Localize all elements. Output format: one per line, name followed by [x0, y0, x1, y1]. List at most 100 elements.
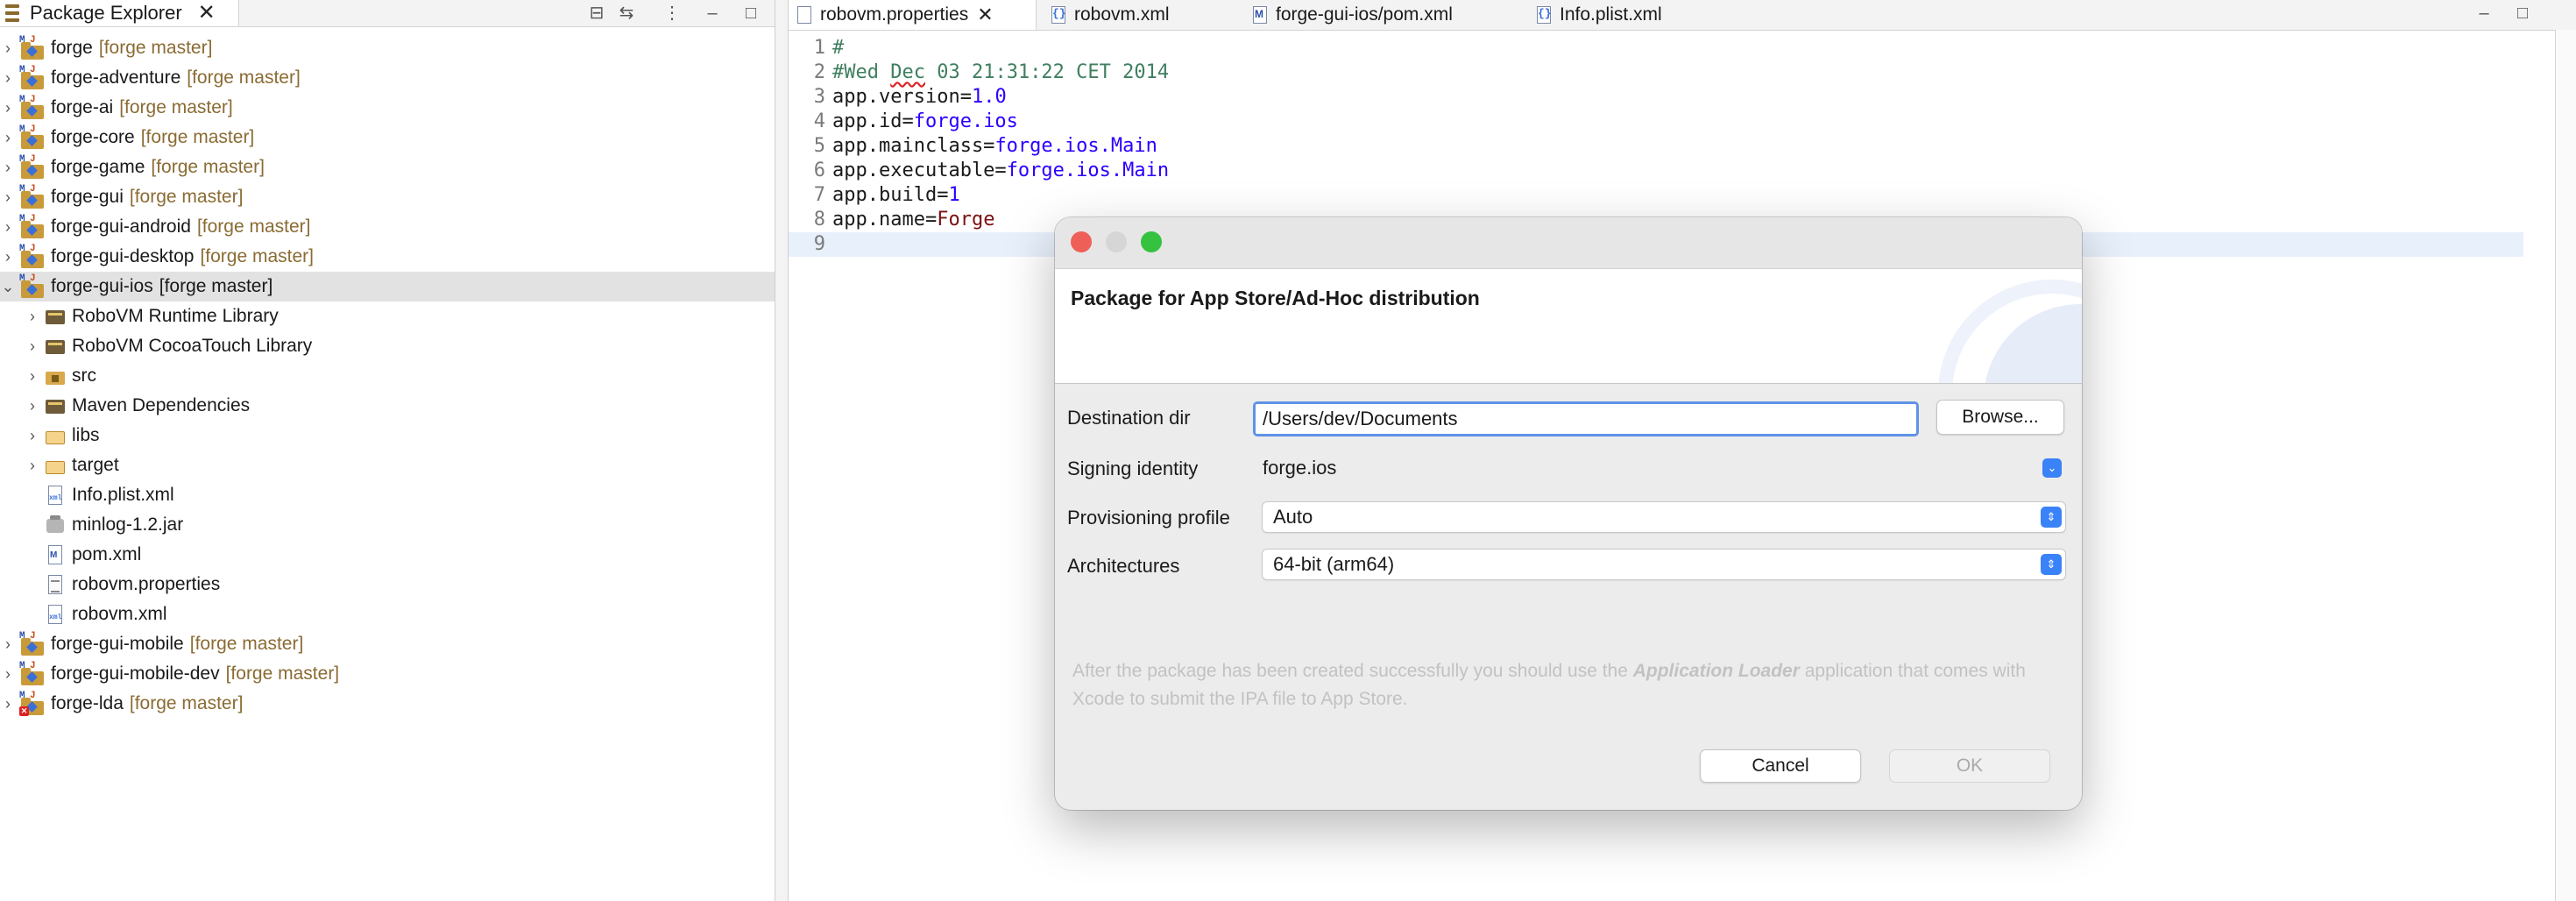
project-row[interactable]: › M Jforge-game [forge master]: [0, 153, 775, 182]
chevron-right-icon[interactable]: ›: [25, 337, 40, 356]
tree-item-label: pom.xml: [72, 544, 142, 564]
ok-button[interactable]: OK: [1889, 749, 2050, 783]
comment-text: 03 21:31:22 CET 2014: [924, 61, 1170, 83]
tree-item-label: minlog-1.2.jar: [72, 514, 184, 535]
close-icon[interactable]: ✕: [198, 3, 216, 24]
tree-item[interactable]: xml robovm.xml: [0, 599, 775, 629]
project-row[interactable]: › M Jforge-gui-mobile-dev [forge master]: [0, 659, 775, 689]
architectures-select[interactable]: 64-bit (arm64) ⇕: [1262, 549, 2066, 580]
chevron-right-icon[interactable]: ›: [25, 457, 40, 475]
git-branch-label: [forge master]: [225, 663, 340, 684]
tree-item[interactable]: › target: [0, 450, 775, 480]
chevron-right-icon[interactable]: ›: [25, 308, 40, 326]
chevron-right-icon[interactable]: ›: [0, 159, 16, 177]
tab-package-explorer[interactable]: Package Explorer ✕: [0, 0, 239, 26]
maven-project-icon: MJ: [19, 631, 46, 657]
project-row[interactable]: › M Jforge-ai [forge master]: [0, 93, 775, 123]
editor-tabbar: robovm.properties ✕ {} robovm.xml M forg…: [789, 0, 2576, 31]
line-number: 4: [813, 110, 825, 132]
code-line[interactable]: 5 app.mainclass=forge.ios.Main: [789, 134, 2523, 159]
minimize-icon[interactable]: –: [701, 3, 724, 24]
chevron-right-icon[interactable]: ›: [0, 129, 16, 147]
tree-item[interactable]: robovm.properties: [0, 570, 775, 599]
tree-item[interactable]: Mpom.xml: [0, 540, 775, 570]
destination-label: Destination dir: [1067, 407, 1191, 429]
cancel-button[interactable]: Cancel: [1700, 749, 1861, 783]
code-line[interactable]: 1 #: [789, 36, 2523, 60]
maximize-icon[interactable]: □: [2511, 3, 2534, 24]
chevron-right-icon[interactable]: ›: [0, 665, 16, 684]
git-branch-label: [forge master]: [129, 187, 244, 207]
chevron-right-icon[interactable]: ›: [25, 397, 40, 415]
comment-text: #Wed: [832, 61, 891, 83]
code-line[interactable]: 6 app.executable=forge.ios.Main: [789, 159, 2523, 183]
maven-project-icon: MJ: [19, 244, 46, 270]
project-row[interactable]: › M J ✕ forge-lda [forge master]: [0, 689, 775, 719]
project-name: forge-gui-ios: [51, 276, 153, 296]
git-branch-label: [forge master]: [151, 157, 265, 177]
tab-info-plist-xml[interactable]: {} Info.plist.xml: [1528, 0, 1662, 30]
chevron-right-icon[interactable]: ›: [0, 39, 16, 58]
zoom-window-button[interactable]: [1141, 231, 1162, 252]
tree-item[interactable]: › RoboVM Runtime Library: [0, 302, 775, 331]
project-row[interactable]: › M Jforge-core [forge master]: [0, 123, 775, 153]
maven-pom-icon: M: [44, 543, 67, 566]
project-row[interactable]: › M Jforge-gui-android [forge master]: [0, 212, 775, 242]
panel-splitter[interactable]: [775, 0, 789, 901]
property-value: forge.ios: [913, 110, 1018, 132]
line-number: 7: [813, 184, 825, 206]
chevron-right-icon[interactable]: ›: [0, 188, 16, 207]
close-icon[interactable]: ✕: [977, 5, 993, 25]
destination-input[interactable]: [1253, 401, 1919, 436]
project-row[interactable]: ⌄ M Jforge-gui-ios [forge master]: [0, 272, 775, 302]
link-with-editor-icon[interactable]: ⇆: [615, 3, 638, 24]
dialog-titlebar: [1055, 217, 2082, 268]
tab-pom-xml[interactable]: M forge-gui-ios/pom.xml: [1244, 0, 1453, 30]
maven-project-icon: MJ: [19, 124, 46, 151]
view-menu-icon[interactable]: ⋮: [661, 3, 683, 24]
tree-item[interactable]: xml Info.plist.xml: [0, 480, 775, 510]
tree-item-label: libs: [72, 425, 100, 445]
chevron-right-icon[interactable]: ›: [0, 99, 16, 117]
spelling-error-text: Dec: [890, 61, 925, 83]
tree-item[interactable]: › Maven Dependencies: [0, 391, 775, 421]
git-branch-label: [forge master]: [200, 246, 314, 266]
chevron-right-icon[interactable]: ›: [25, 427, 40, 445]
project-row[interactable]: › M Jforge [forge master]: [0, 33, 775, 63]
project-row[interactable]: › M Jforge-gui-desktop [forge master]: [0, 242, 775, 272]
browse-button[interactable]: Browse...: [1936, 400, 2064, 435]
code-line[interactable]: 3 app.version=1.0: [789, 85, 2523, 110]
provisioning-profile-select[interactable]: Auto ⇕: [1262, 501, 2066, 533]
close-window-button[interactable]: [1071, 231, 1092, 252]
git-branch-label: [forge master]: [196, 216, 311, 237]
code-line[interactable]: 4 app.id=forge.ios: [789, 110, 2523, 134]
code-line[interactable]: 7 app.build=1: [789, 183, 2523, 208]
maximize-icon[interactable]: □: [740, 3, 762, 24]
chevron-right-icon[interactable]: ›: [0, 635, 16, 654]
chevron-down-icon[interactable]: ⌄: [0, 278, 16, 296]
xml-file-icon: xml: [44, 603, 67, 626]
chevron-right-icon[interactable]: ›: [0, 695, 16, 713]
git-branch-label: [forge master]: [187, 67, 301, 88]
chevron-right-icon[interactable]: ›: [0, 218, 16, 237]
signing-identity-select[interactable]: forge.ios ⌄: [1253, 452, 2066, 484]
project-row[interactable]: › M Jforge-adventure [forge master]: [0, 63, 775, 93]
chevron-right-icon[interactable]: ›: [0, 69, 16, 88]
chevron-right-icon[interactable]: ›: [0, 248, 16, 266]
tree-item[interactable]: minlog-1.2.jar: [0, 510, 775, 540]
tab-robovm-xml[interactable]: {} robovm.xml: [1043, 0, 1170, 30]
tree-item[interactable]: › src: [0, 361, 775, 391]
minimize-window-button[interactable]: [1106, 231, 1127, 252]
tree-item[interactable]: › libs: [0, 421, 775, 450]
collapse-all-icon[interactable]: ⊟: [585, 3, 608, 24]
code-line[interactable]: 2 #Wed Dec 03 21:31:22 CET 2014: [789, 60, 2523, 85]
tree-item[interactable]: › RoboVM CocoaTouch Library: [0, 331, 775, 361]
tab-robovm-properties[interactable]: robovm.properties ✕: [789, 0, 1037, 30]
project-row[interactable]: › M Jforge-gui [forge master]: [0, 182, 775, 212]
minimize-icon[interactable]: –: [2473, 3, 2495, 24]
chevron-right-icon[interactable]: ›: [25, 367, 40, 386]
project-name: forge-gui-mobile-dev: [51, 663, 220, 684]
project-row[interactable]: › M Jforge-gui-mobile [forge master]: [0, 629, 775, 659]
project-name: forge-game: [51, 157, 145, 177]
comment-text: #: [832, 37, 845, 59]
